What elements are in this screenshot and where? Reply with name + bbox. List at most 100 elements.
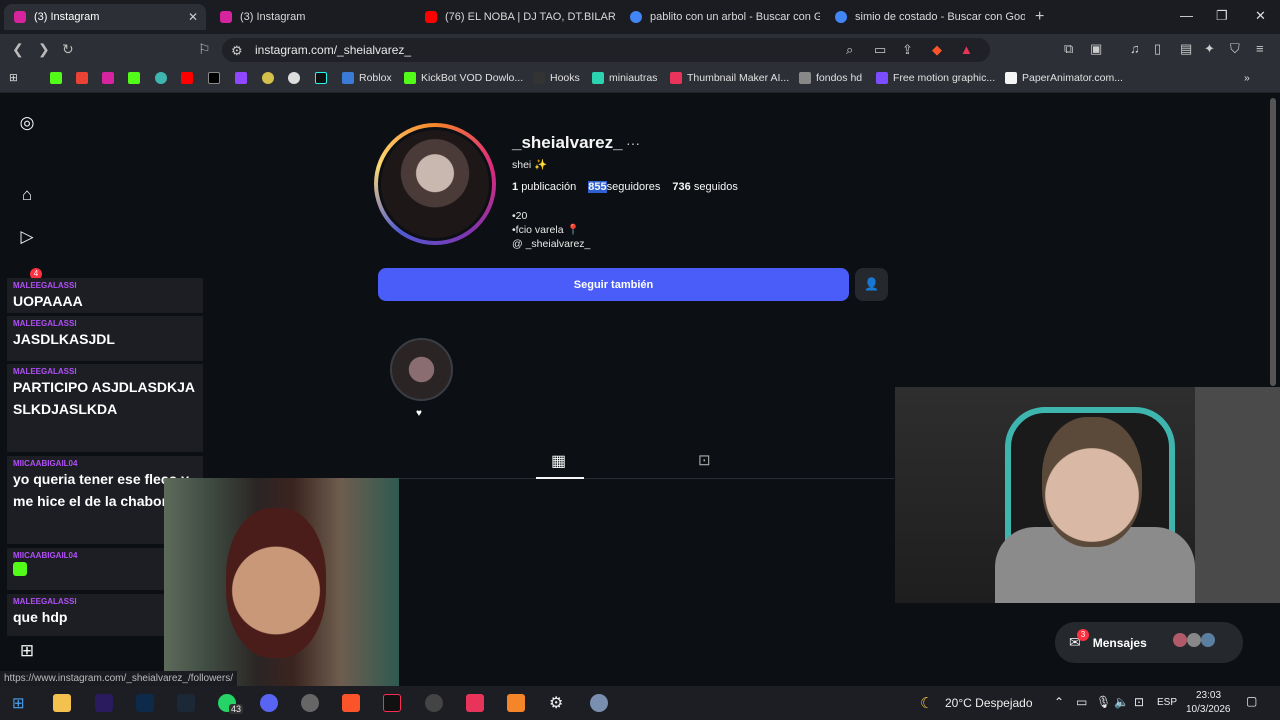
vpn-icon[interactable]: ⛉	[1230, 41, 1240, 57]
followers-count[interactable]: 855	[588, 181, 607, 193]
music-icon[interactable]: ♫	[1130, 41, 1140, 56]
fl-studio-icon[interactable]	[507, 694, 525, 712]
bookmark-icon[interactable]: ⚐	[198, 41, 211, 58]
following-count[interactable]: 736	[672, 181, 690, 193]
leo-icon[interactable]: ✦	[1204, 41, 1215, 57]
messages-button[interactable]: ✉ 3 Mensajes	[1055, 622, 1243, 663]
home-icon[interactable]: ⌂	[17, 185, 37, 205]
menu-icon[interactable]: ≡	[1256, 41, 1264, 56]
kick-bookmark-icon[interactable]	[50, 72, 62, 84]
cast-icon[interactable]: ▭	[874, 42, 886, 58]
profile-avatar-ring[interactable]	[374, 123, 496, 245]
tab-instagram[interactable]: (3) Instagram	[210, 4, 410, 30]
app-icon[interactable]	[466, 694, 484, 712]
more-options-icon[interactable]: ···	[626, 135, 640, 151]
tiktok-icon[interactable]	[383, 694, 401, 712]
scrollbar[interactable]	[1270, 98, 1276, 386]
bookmark-miniautras[interactable]: miniautras	[592, 72, 657, 84]
minimize-icon[interactable]: —	[1180, 8, 1193, 23]
bookmark-icon[interactable]	[288, 72, 300, 84]
url-text[interactable]: instagram.com/_sheialvarez_	[255, 43, 411, 57]
new-tab-icon[interactable]: +	[1035, 8, 1044, 26]
bookmark-icon[interactable]	[262, 72, 274, 84]
story-highlight[interactable]	[390, 338, 453, 401]
back-icon[interactable]: ❮	[12, 41, 24, 58]
bookmark-hooks[interactable]: Hooks	[533, 72, 580, 84]
tray-icon[interactable]: ▭	[1076, 695, 1087, 709]
reels-icon[interactable]: ▷	[17, 227, 37, 247]
clock-date[interactable]: 10/3/2026	[1186, 704, 1231, 715]
posts-grid-tab-icon[interactable]: ▦	[551, 451, 566, 471]
premiere-icon[interactable]	[95, 694, 113, 712]
network-icon[interactable]: ⊡	[1134, 695, 1144, 709]
discord-icon[interactable]	[260, 694, 278, 712]
tray-chevron-icon[interactable]: ⌃	[1054, 695, 1064, 709]
youtube-bookmark-icon[interactable]	[181, 72, 193, 84]
more-bookmarks-icon[interactable]: »	[1244, 72, 1250, 84]
instagram-bookmark-icon[interactable]	[102, 72, 114, 84]
tab-instagram-active[interactable]: (3) Instagram ✕	[4, 4, 206, 30]
settings-icon[interactable]: ⚙	[549, 693, 563, 713]
followers-label[interactable]: seguidores	[607, 181, 661, 193]
site-info-icon[interactable]: ⚙	[231, 43, 243, 59]
brave-shield-icon[interactable]: ◆	[932, 42, 942, 58]
photoshop-icon[interactable]	[136, 694, 154, 712]
brave-icon[interactable]	[342, 694, 360, 712]
notifications-icon[interactable]: ▢	[1246, 694, 1257, 708]
wallet-icon[interactable]: ▤	[1180, 41, 1192, 57]
screenshot-icon[interactable]: ▣	[1090, 41, 1102, 57]
start-icon[interactable]: ⊞	[12, 694, 25, 712]
followers-link[interactable]: 855seguidores	[588, 181, 660, 193]
bookmark-paperanimator[interactable]: PaperAnimator.com...	[1005, 72, 1123, 84]
highlight-label[interactable]: ♥	[416, 408, 422, 419]
weather-text[interactable]: 20°C Despejado	[945, 696, 1033, 710]
instagram-logo-icon[interactable]: ◎	[17, 113, 37, 133]
profile-avatar[interactable]	[378, 127, 492, 241]
maximize-icon[interactable]: ❐	[1216, 8, 1228, 24]
forward-icon[interactable]: ❯	[38, 41, 50, 58]
bookmark-kickbot[interactable]: KickBot VOD Dowlo...	[404, 72, 523, 84]
tagged-tab-icon[interactable]: ⊡	[698, 451, 711, 469]
gmail-bookmark-icon[interactable]	[76, 72, 88, 84]
following-label[interactable]: seguidos	[694, 181, 738, 193]
close-window-icon[interactable]: ✕	[1255, 8, 1266, 24]
suggested-users-icon[interactable]: 👤	[855, 268, 888, 301]
steam-icon[interactable]	[177, 694, 195, 712]
microphone-icon[interactable]: 🎙	[1096, 695, 1111, 709]
url-box[interactable]: ⚙ instagram.com/_sheialvarez_ ⌕ ▭ ⇪ ◆ ▲	[222, 38, 990, 62]
app-icon[interactable]	[301, 694, 319, 712]
brave-rewards-icon[interactable]: ▲	[960, 42, 973, 57]
bookmark-fondos[interactable]: fondos hd	[799, 72, 862, 84]
zoom-icon[interactable]: ⌕	[846, 42, 853, 58]
x-bookmark-icon[interactable]	[208, 72, 220, 84]
share-icon[interactable]: ⇪	[902, 42, 913, 58]
clock-time[interactable]: 23:03	[1196, 690, 1221, 701]
threads-link[interactable]: @ _sheialvarez_	[512, 238, 590, 250]
app-icon[interactable]	[590, 694, 608, 712]
bookmark-roblox[interactable]: Roblox	[342, 72, 392, 84]
profile-photo-overlay	[164, 478, 399, 688]
extensions-icon[interactable]: ⧉	[1064, 41, 1073, 57]
tab-youtube[interactable]: (76) EL NOBA | DJ TAO, DT.BILARDO	[415, 4, 615, 30]
bookmark-thumbnail-maker[interactable]: Thumbnail Maker AI...	[670, 72, 789, 84]
kick-bookmark-icon[interactable]	[128, 72, 140, 84]
tab-google-2[interactable]: simio de costado - Buscar con Googl	[825, 4, 1025, 30]
more-apps-icon[interactable]: ⊞	[17, 641, 37, 661]
volume-icon[interactable]: 🔈	[1114, 695, 1129, 709]
tiktok-bookmark-icon[interactable]	[315, 72, 327, 84]
language-indicator[interactable]: ESP	[1157, 697, 1177, 708]
bookmark-motion[interactable]: Free motion graphic...	[876, 72, 995, 84]
reload-icon[interactable]: ↻	[62, 41, 74, 58]
apps-icon[interactable]: ⊞	[9, 72, 18, 84]
close-tab-icon[interactable]: ✕	[188, 10, 198, 24]
twitch-bookmark-icon[interactable]	[235, 72, 247, 84]
following-link[interactable]: 736 seguidos	[672, 181, 737, 193]
bookmark-icon[interactable]	[155, 72, 167, 84]
obs-icon[interactable]	[425, 694, 443, 712]
tab-google-1[interactable]: pablito con un arbol - Buscar con Go	[620, 4, 820, 30]
follow-back-button[interactable]: Seguir también	[378, 268, 849, 301]
sidebar-toggle-icon[interactable]: ▯	[1154, 41, 1161, 57]
chat-text: UOPAAAA	[13, 293, 83, 309]
file-explorer-icon[interactable]	[53, 694, 71, 712]
threads-handle[interactable]: _sheialvarez_	[526, 238, 591, 250]
